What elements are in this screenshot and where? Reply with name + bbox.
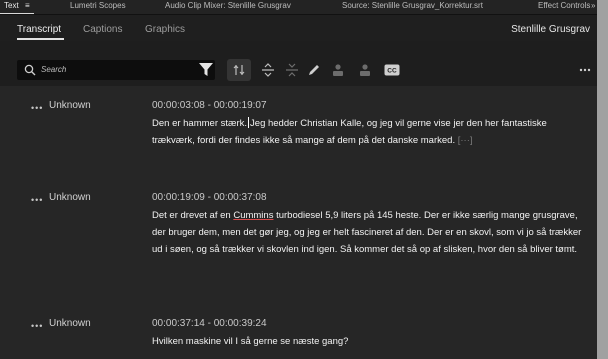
segment-text-part: Den er hammer stærk. — [152, 118, 248, 129]
show-more-link[interactable]: [···] — [458, 135, 473, 146]
search-input[interactable]: Search — [17, 60, 215, 80]
tab-source[interactable]: Source: Stenlille Grusgrav_Korrektur.srt — [342, 1, 483, 10]
split-segments-icon[interactable] — [261, 63, 275, 77]
tab-effect-controls[interactable]: Effect Controls — [538, 1, 590, 10]
tab-text[interactable]: Text — [4, 1, 19, 10]
segment-text[interactable]: Det er drevet af en Cummins turbodiesel … — [152, 207, 592, 258]
active-tab-indicator — [0, 13, 34, 14]
pencil-icon[interactable] — [307, 63, 321, 77]
segment-timecode: 00:00:19:09 - 00:00:37:08 — [152, 192, 267, 203]
tab-overflow-icon[interactable]: » — [591, 1, 595, 10]
segment-text[interactable]: Hvilken maskine vil I så gerne se næste … — [152, 333, 592, 350]
speaker-label[interactable]: Unknown — [49, 192, 91, 203]
more-icon[interactable] — [579, 68, 591, 72]
spelling-flagged-word[interactable]: Cummins — [233, 210, 273, 221]
segment-menu-icon[interactable]: ••• — [31, 103, 43, 113]
text-panel: Text ≡ Lumetri Scopes Audio Clip Mixer: … — [0, 0, 597, 359]
segment-menu-icon[interactable]: ••• — [31, 321, 43, 331]
segment-timecode: 00:00:37:14 - 00:00:39:24 — [152, 318, 267, 329]
cc-icon[interactable]: CC — [384, 64, 400, 76]
collapse-icon[interactable] — [285, 63, 299, 77]
merge-segments-icon — [233, 65, 245, 75]
svg-text:CC: CC — [387, 68, 397, 75]
sequence-name: Stenlille Grusgrav — [511, 24, 590, 35]
segment-text-part: Det er drevet af en — [152, 210, 231, 221]
text-panel-subtabs: Transcript Captions Graphics Stenlille G… — [0, 15, 597, 41]
search-placeholder: Search — [41, 65, 67, 74]
tab-lumetri-scopes[interactable]: Lumetri Scopes — [70, 1, 126, 10]
panel-tab-bar: Text ≡ Lumetri Scopes Audio Clip Mixer: … — [0, 0, 597, 15]
tab-audio-clip-mixer[interactable]: Audio Clip Mixer: Stenlille Grusgrav — [165, 1, 291, 10]
segment-timecode: 00:00:03:08 - 00:00:19:07 — [152, 100, 267, 111]
active-subtab-indicator — [17, 38, 64, 40]
tab-captions[interactable]: Captions — [83, 24, 122, 35]
tab-graphics[interactable]: Graphics — [145, 24, 185, 35]
speaker-label[interactable]: Unknown — [49, 318, 91, 329]
tab-transcript[interactable]: Transcript — [17, 24, 61, 35]
text-cursor — [248, 117, 250, 128]
segment-menu-icon[interactable]: ••• — [31, 195, 43, 205]
transcript-list: ••• Unknown 00:00:03:08 - 00:00:19:07 De… — [0, 86, 597, 359]
speaker-alt-icon[interactable] — [357, 63, 373, 77]
segment-text[interactable]: Den er hammer stærk. Jeg hedder Christian… — [152, 115, 592, 149]
search-icon — [24, 64, 36, 76]
speaker-icon[interactable] — [330, 63, 346, 77]
speaker-label[interactable]: Unknown — [49, 100, 91, 111]
merge-segments-button[interactable] — [227, 59, 251, 81]
transcript-toolbar: Search CC — [0, 41, 597, 86]
filter-icon[interactable] — [198, 62, 214, 77]
panel-menu-icon[interactable]: ≡ — [25, 1, 30, 10]
window-edge — [597, 0, 608, 359]
